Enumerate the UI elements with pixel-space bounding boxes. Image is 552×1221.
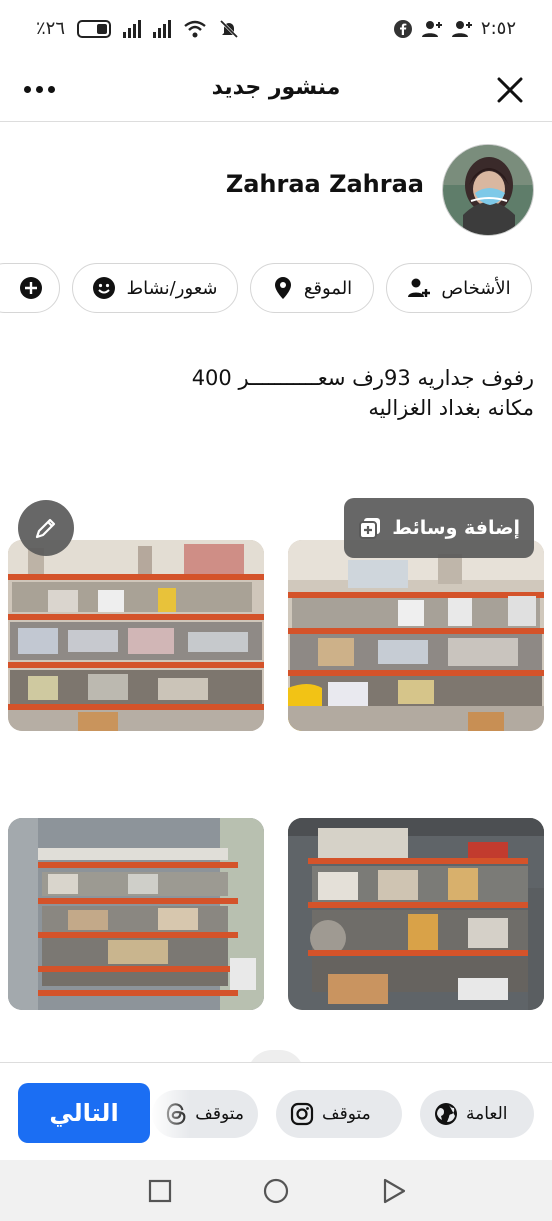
close-icon[interactable] [494, 74, 526, 106]
recent-apps-icon[interactable] [146, 1177, 174, 1205]
edit-media-button[interactable] [18, 500, 74, 556]
clock: ٢:٥٢ [480, 18, 516, 39]
location-chip[interactable]: الموقع [250, 263, 374, 313]
next-button[interactable]: التالي [18, 1083, 150, 1143]
instagram-toggle[interactable]: متوقف [276, 1090, 402, 1138]
instagram-status: متوقف [322, 1104, 371, 1124]
globe-icon [435, 1103, 457, 1125]
add-media-icon [359, 518, 381, 539]
signal-icon-2 [153, 19, 172, 38]
battery-icon [77, 19, 112, 38]
home-icon[interactable] [262, 1177, 290, 1205]
fade-overlay [150, 1090, 190, 1138]
wifi-icon [184, 20, 206, 37]
facebook-icon [393, 19, 412, 38]
photo-image [8, 818, 264, 1010]
photo-thumbnail[interactable] [8, 818, 264, 1010]
avatar-image [443, 145, 533, 235]
media-grid: إضافة وسائط [0, 498, 552, 1058]
photo-thumbnail[interactable] [8, 540, 264, 731]
photo-image [288, 540, 544, 731]
user-name: Zahraa Zahraa [225, 170, 424, 198]
bell-muted-icon [219, 19, 239, 38]
status-left: ٪٢٦ [36, 18, 239, 39]
post-options-row: الأشخاص الموقع شعور/نشاط [0, 263, 552, 315]
header: منشور جديد [0, 62, 552, 122]
back-icon[interactable] [380, 1177, 408, 1205]
add-media-button[interactable]: إضافة وسائط [344, 498, 534, 558]
photo-image [288, 818, 544, 1010]
status-bar: ٪٢٦ ٢:٥٢ [0, 0, 552, 62]
threads-status: متوقف [195, 1104, 244, 1124]
signal-icon [123, 19, 142, 38]
audience-selector[interactable]: العامة [420, 1090, 534, 1138]
add-media-label: إضافة وسائط [392, 517, 520, 539]
plus-circle-icon [20, 277, 42, 299]
post-text[interactable]: رفوف جداريه 93رف سعـــــــــــر 400 مكان… [134, 363, 534, 423]
battery-percent: ٪٢٦ [36, 18, 66, 39]
bottom-bar: العامة متوقف متوقف التالي [0, 1062, 552, 1160]
system-nav-bar [0, 1160, 552, 1221]
post-text-line: رفوف جداريه 93رف سعـــــــــــر 400 [191, 366, 534, 390]
avatar[interactable] [442, 144, 534, 236]
page-title: منشور جديد [211, 75, 341, 100]
tag-people-icon [408, 278, 431, 297]
photo-thumbnail[interactable] [288, 540, 544, 731]
location-label: الموقع [303, 277, 353, 299]
post-text-line: مكانه بغداد الغزاليه [368, 396, 534, 420]
photo-image [8, 540, 264, 731]
tag-people-chip[interactable]: الأشخاص [386, 263, 532, 313]
feeling-activity-label: شعور/نشاط [126, 277, 218, 299]
add-friend-icon [421, 20, 442, 37]
photo-thumbnail[interactable] [288, 818, 544, 1010]
pencil-icon [35, 518, 56, 539]
status-right: ٢:٥٢ [393, 18, 516, 39]
more-chip[interactable] [0, 263, 60, 313]
feeling-activity-chip[interactable]: شعور/نشاط [72, 263, 238, 313]
tag-people-label: الأشخاص [441, 277, 511, 299]
add-friend-icon-2 [451, 20, 472, 37]
instagram-icon [290, 1102, 314, 1126]
audience-label: العامة [466, 1104, 508, 1124]
smiley-icon [93, 277, 116, 299]
location-pin-icon [274, 277, 291, 299]
